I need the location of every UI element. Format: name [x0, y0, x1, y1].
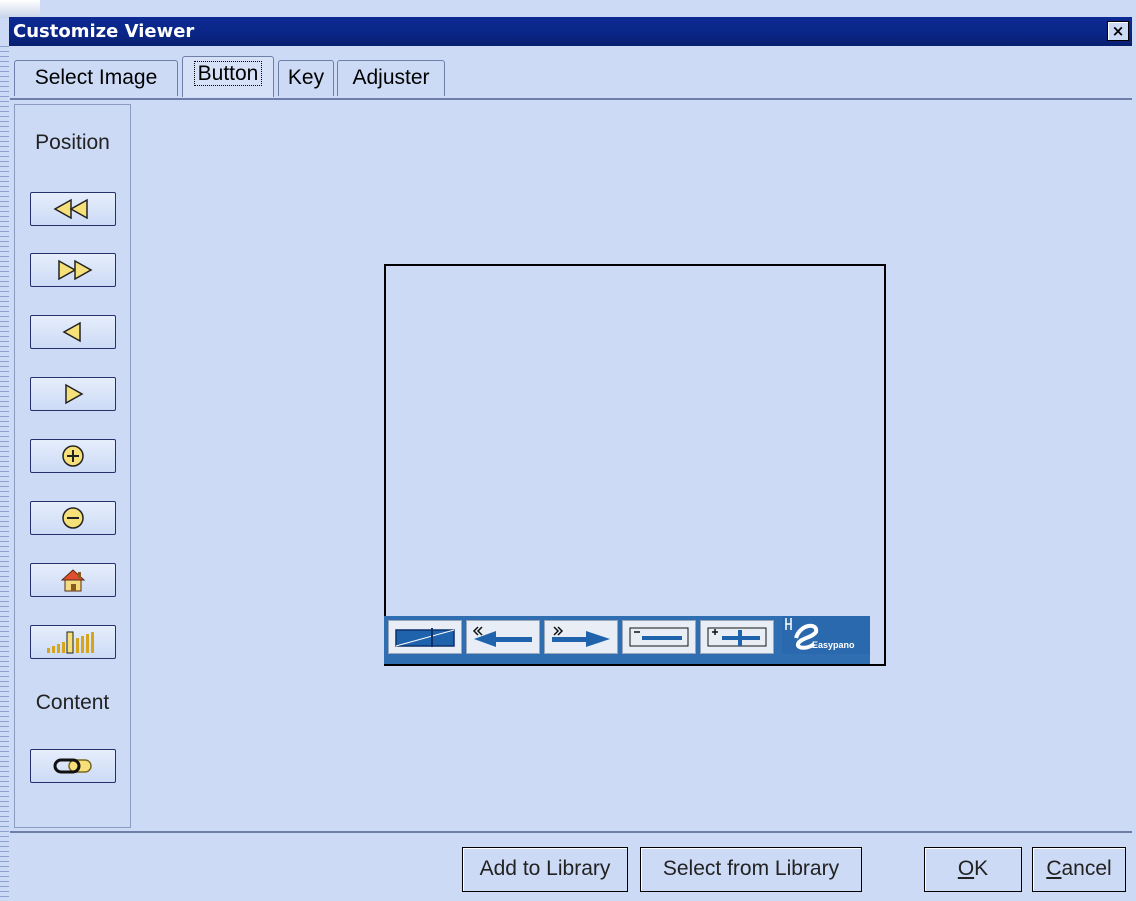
- zoom-in-bar-icon: [707, 627, 767, 647]
- tab-select-image[interactable]: Select Image: [14, 60, 178, 96]
- tab-label: Select Image: [34, 66, 158, 89]
- footer-divider: [10, 831, 1132, 833]
- cancel-label-rest: ancel: [1061, 857, 1112, 880]
- easypano-logo-icon: Easypano: [785, 618, 855, 650]
- cancel-mnemonic: C: [1046, 857, 1062, 880]
- window-title: Customize Viewer: [13, 21, 195, 42]
- rewind-icon: [53, 198, 88, 220]
- pan-left-icon: [472, 626, 532, 647]
- zoom-out-button[interactable]: [30, 501, 116, 535]
- zoom-out-bar-icon: [629, 627, 689, 647]
- left-button[interactable]: [30, 315, 116, 349]
- select-from-library-button[interactable]: Select from Library: [640, 847, 862, 892]
- ok-label-rest: K: [974, 857, 989, 880]
- viewer-preview: [384, 264, 886, 666]
- title-bar: Customize Viewer ×: [9, 17, 1132, 46]
- pan-right-icon: [552, 626, 610, 647]
- link-button[interactable]: [30, 749, 116, 783]
- position-label: Position: [35, 131, 110, 154]
- tab-button[interactable]: Button: [182, 56, 274, 97]
- close-button[interactable]: ×: [1107, 21, 1129, 41]
- tab-label: Adjuster: [352, 66, 430, 89]
- move-icon: [395, 628, 455, 647]
- pan-left-button[interactable]: [466, 620, 540, 654]
- fast-forward-icon: [58, 259, 93, 281]
- volume-button[interactable]: [30, 625, 116, 659]
- right-button[interactable]: [30, 377, 116, 411]
- cancel-button[interactable]: Cancel: [1032, 847, 1126, 892]
- fast-forward-button[interactable]: [30, 253, 116, 287]
- home-icon: [60, 569, 86, 592]
- tab-key[interactable]: Key: [278, 60, 334, 96]
- window-left-edge: [0, 46, 9, 901]
- tab-label: Button: [193, 61, 263, 86]
- zoom-out-icon: [62, 507, 84, 529]
- button-sidebar: Position Content: [14, 104, 131, 828]
- rewind-button[interactable]: [30, 192, 116, 226]
- ok-button[interactable]: OK: [924, 847, 1022, 892]
- ok-mnemonic: O: [957, 857, 975, 880]
- volume-icon: [47, 631, 94, 654]
- tab-adjuster[interactable]: Adjuster: [337, 60, 445, 96]
- app-corner-logo: [0, 0, 40, 18]
- tab-label: Key: [287, 66, 325, 89]
- right-arrow-icon: [65, 383, 84, 405]
- zoom-in-button[interactable]: [30, 439, 116, 473]
- zoom-in-icon: [62, 445, 84, 467]
- zoom-out-bar-button[interactable]: [622, 620, 696, 654]
- pan-right-button[interactable]: [544, 620, 618, 654]
- move-button[interactable]: [388, 620, 462, 654]
- easypano-logo: Easypano: [782, 616, 870, 654]
- link-icon: [53, 758, 92, 774]
- home-button[interactable]: [30, 563, 116, 597]
- content-label: Content: [35, 691, 110, 714]
- left-arrow-icon: [62, 321, 81, 343]
- add-to-library-button[interactable]: Add to Library: [462, 847, 628, 892]
- zoom-in-bar-button[interactable]: [700, 620, 774, 654]
- customize-viewer-window: Customize Viewer × Select Image Button K…: [0, 0, 1136, 901]
- brand-text: Easypano: [812, 640, 855, 650]
